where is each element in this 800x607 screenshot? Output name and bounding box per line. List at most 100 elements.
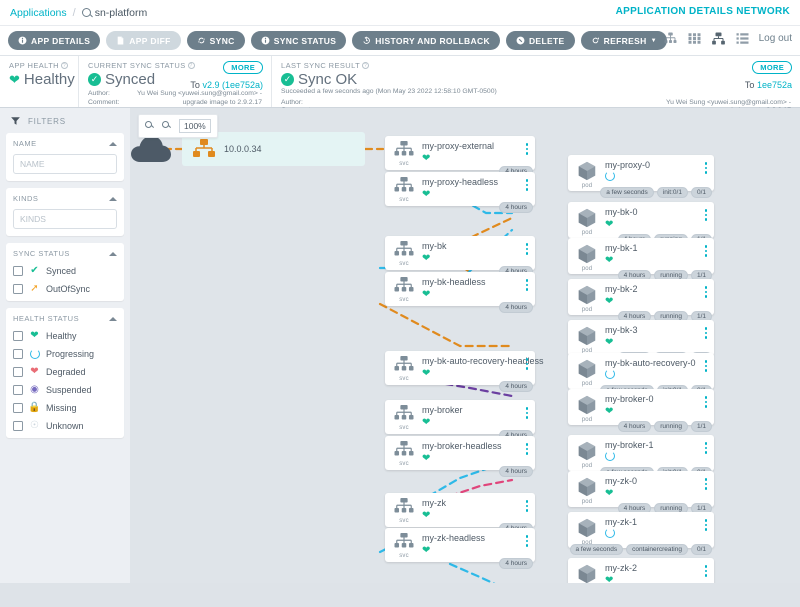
node-service[interactable]: svc my-zk-headless ❤ 4 hours [385, 528, 535, 569]
node-menu-button[interactable] [525, 279, 528, 291]
node-pod[interactable]: podmy-bk-0❤4 hoursrunning1/1 [568, 202, 714, 245]
service-icon [394, 141, 414, 156]
delete-button[interactable]: DELETE [505, 31, 575, 50]
history-and-rollback-button[interactable]: HISTORY AND ROLLBACK [352, 31, 500, 50]
help-icon[interactable]: ? [362, 62, 370, 69]
node-service[interactable]: svcmy-proxy-external❤4 hours [385, 136, 535, 177]
node-menu-button[interactable] [525, 243, 528, 255]
node-menu-button[interactable] [704, 209, 707, 221]
filter-option-outofsync[interactable]: ➚ OutOfSync [13, 283, 117, 294]
node-pod[interactable]: podmy-zk-2❤4 hoursrunning1/1 [568, 558, 714, 583]
chevron-up-icon[interactable] [109, 316, 117, 321]
zoom-out-icon[interactable] [145, 121, 155, 131]
node-kind-label: svc [399, 461, 409, 467]
breadcrumb-applications-link[interactable]: Applications [10, 7, 67, 19]
help-icon[interactable]: ? [61, 62, 68, 69]
node-menu-button[interactable] [704, 360, 707, 372]
node-menu-button[interactable] [525, 143, 528, 155]
node-name: my-zk-headless [422, 533, 486, 543]
synced-icon: ✔ [30, 265, 39, 276]
filter-option-healthy[interactable]: ❤ Healthy [13, 330, 117, 341]
info-icon [261, 36, 270, 45]
sync-status-button[interactable]: SYNC STATUS [250, 31, 347, 50]
last-sync-revision-link[interactable]: 1ee752a [757, 80, 792, 90]
node-service[interactable]: svc my-bk-auto-recovery-headless ❤ 4 hours [385, 351, 544, 392]
node-kind-icon-wrap: pod [574, 207, 600, 236]
node-name: my-broker [422, 405, 463, 415]
node-kind-icon-wrap: svc [391, 356, 417, 382]
app-diff-button[interactable]: APP DIFF [106, 31, 181, 50]
node-pod[interactable]: podmy-bk-auto-recovery-0a few secondsini… [568, 353, 714, 396]
checkbox[interactable] [13, 420, 23, 431]
node-badge: init:0/1 [656, 187, 688, 198]
checkbox[interactable] [13, 283, 23, 294]
checkbox[interactable] [13, 402, 23, 413]
node-menu-button[interactable] [704, 327, 707, 339]
last-sync-more-button[interactable]: MORE [752, 61, 792, 74]
checkbox[interactable] [13, 348, 23, 359]
zoom-level[interactable]: 100% [179, 119, 211, 133]
current-sync-more-button[interactable]: MORE [223, 61, 263, 74]
tree-view-icon[interactable] [663, 31, 678, 46]
node-menu-button[interactable] [525, 179, 528, 191]
node-pod[interactable]: pod my-proxy-0 a few seconds init:0/1 0/1 [568, 155, 714, 198]
node-kind-icon-wrap: pod [574, 476, 600, 505]
node-pod[interactable]: pod my-bk-1 ❤ 4 hours running 1/1 [568, 238, 714, 281]
filter-option-synced[interactable]: ✔ Synced [13, 265, 117, 276]
node-service[interactable]: svcmy-zk❤4 hours [385, 493, 535, 534]
chevron-up-icon[interactable] [109, 196, 117, 201]
node-pod[interactable]: pod my-zk-1 a few seconds containercreating… [568, 512, 714, 555]
checkbox[interactable] [13, 330, 23, 341]
service-icon [394, 405, 414, 420]
node-pod[interactable]: pod my-zk-0 ❤ 4 hours running 1/1 [568, 471, 714, 514]
chevron-up-icon[interactable] [109, 141, 117, 146]
node-menu-button[interactable] [525, 407, 528, 419]
healthy-icon: ❤ [422, 510, 431, 521]
network-view-icon[interactable] [711, 31, 726, 46]
tiles-view-icon[interactable] [687, 31, 702, 46]
node-service[interactable]: svcmy-broker❤4 hours [385, 400, 535, 441]
resource-network-graph[interactable]: 100% 10.0.0.34 svc my-proxy-external ❤ s… [130, 108, 800, 583]
filter-option-progressing[interactable]: Progressing [13, 348, 117, 359]
node-menu-button[interactable] [704, 162, 707, 174]
checkbox[interactable] [13, 265, 23, 276]
node-menu-button[interactable] [704, 478, 707, 490]
node-menu-button[interactable] [525, 500, 528, 512]
node-menu-button[interactable] [704, 396, 707, 408]
checkbox[interactable] [13, 366, 23, 377]
help-icon[interactable]: ? [187, 62, 195, 69]
node-menu-button[interactable] [704, 245, 707, 257]
list-view-icon[interactable] [735, 31, 750, 46]
zoom-in-icon[interactable] [162, 121, 172, 131]
kinds-filter-input[interactable] [13, 209, 117, 229]
node-service[interactable]: svc my-bk-headless ❤ 4 hours [385, 272, 535, 313]
filter-option-suspended[interactable]: ◉ Suspended [13, 384, 117, 395]
name-filter-input[interactable] [13, 154, 117, 174]
node-menu-button[interactable] [525, 535, 528, 547]
node-menu-button[interactable] [704, 442, 707, 454]
node-service[interactable]: svc my-broker-headless ❤ 4 hours [385, 436, 535, 477]
node-pod[interactable]: pod my-bk-2 ❤ 4 hours running 1/1 [568, 279, 714, 322]
node-menu-button[interactable] [525, 443, 528, 455]
node-menu-button[interactable] [704, 286, 707, 298]
logout-button[interactable]: Log out [759, 33, 792, 44]
node-menu-button[interactable] [704, 565, 707, 577]
filter-option-unknown[interactable]: ☉ Unknown [13, 420, 117, 431]
node-service[interactable]: svcmy-bk❤4 hours [385, 236, 535, 277]
checkbox[interactable] [13, 384, 23, 395]
node-menu-button[interactable] [704, 519, 707, 531]
chevron-up-icon[interactable] [109, 251, 117, 256]
refresh-button[interactable]: REFRESH ▼ [580, 31, 667, 50]
node-pod[interactable]: pod my-broker-0 ❤ 4 hours running 1/1 [568, 389, 714, 432]
current-sync-revision-link[interactable]: v2.9 (1ee752a) [202, 80, 263, 90]
filter-kinds-card: KINDS [6, 188, 124, 236]
current-sync-label: CURRENT SYNC STATUS [88, 61, 186, 70]
node-service[interactable]: svc my-proxy-headless ❤ 4 hours [385, 172, 535, 213]
filter-option-missing[interactable]: 🔒 Missing [13, 402, 117, 413]
node-pod[interactable]: podmy-broker-1a few secondsinit:0/10/1 [568, 435, 714, 478]
node-menu-button[interactable] [525, 358, 528, 370]
sync-button[interactable]: SYNC [186, 31, 245, 50]
node-pod[interactable]: podmy-bk-3❤4 hoursrunning1/1 [568, 320, 714, 363]
app-details-button[interactable]: APP DETAILS [8, 31, 101, 50]
filter-option-degraded[interactable]: ❤ Degraded [13, 366, 117, 377]
